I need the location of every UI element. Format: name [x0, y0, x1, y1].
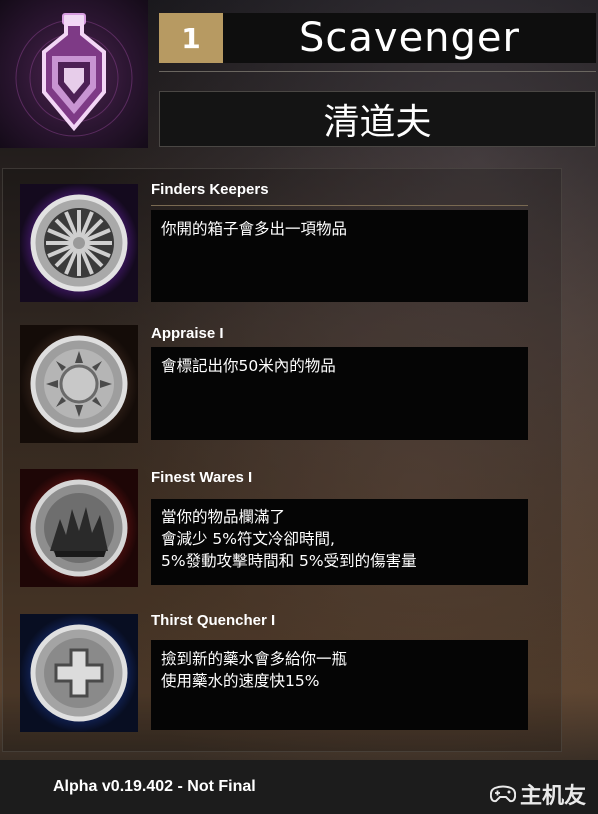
divider — [159, 71, 596, 72]
class-title: Scavenger — [299, 15, 520, 61]
wheel-spokes-icon — [20, 184, 138, 302]
description-line: 使用藥水的速度快15% — [161, 672, 320, 690]
description-line: 會標記出你50米內的物品 — [161, 357, 336, 375]
crown-burst-icon — [20, 469, 138, 587]
skill-name: Appraise I — [151, 325, 224, 342]
description-line: 5%發動攻擊時間和 5%受到的傷害量 — [161, 552, 417, 570]
class-subtitle: 清道夫 — [323, 102, 432, 143]
level-badge: 1 — [159, 13, 223, 63]
description-line: 你開的箱子會多出一項物品 — [161, 220, 348, 238]
skill-icon-finders-keepers[interactable] — [20, 184, 138, 302]
skill-icon-thirst-quencher[interactable] — [20, 614, 138, 732]
potion-bottle-icon — [15, 13, 133, 137]
skill-description: 撿到新的藥水會多給你一瓶 使用藥水的速度快15% — [151, 640, 528, 730]
skill-name: Finders Keepers — [151, 181, 269, 198]
level-number: 1 — [181, 21, 201, 55]
description-line: 當你的物品欄滿了 — [161, 508, 286, 526]
skill-description: 會標記出你50米內的物品 — [151, 347, 528, 440]
skill-name: Thirst Quencher I — [151, 612, 276, 629]
title-bar: Scavenger — [223, 13, 596, 63]
skill-icon-finest-wares[interactable] — [20, 469, 138, 587]
plus-cross-icon — [20, 614, 138, 732]
skill-name-underline — [151, 205, 528, 206]
gear-sun-icon — [20, 325, 138, 443]
class-icon-panel — [0, 0, 148, 148]
version-label: Alpha v0.19.402 - Not Final — [53, 778, 256, 795]
skill-name: Finest Wares I — [151, 469, 253, 486]
skill-description: 你開的箱子會多出一項物品 — [151, 210, 528, 302]
watermark: 主机友 — [490, 778, 586, 810]
subtitle-bar: 清道夫 — [159, 91, 596, 147]
description-line: 會減少 5%符文冷卻時間, — [161, 530, 335, 548]
skill-icon-appraise[interactable] — [20, 325, 138, 443]
gamepad-icon — [490, 785, 516, 803]
description-line: 撿到新的藥水會多給你一瓶 — [161, 650, 348, 668]
skill-description: 當你的物品欄滿了 會減少 5%符文冷卻時間, 5%發動攻擊時間和 5%受到的傷害… — [151, 499, 528, 585]
watermark-text: 主机友 — [520, 784, 587, 809]
